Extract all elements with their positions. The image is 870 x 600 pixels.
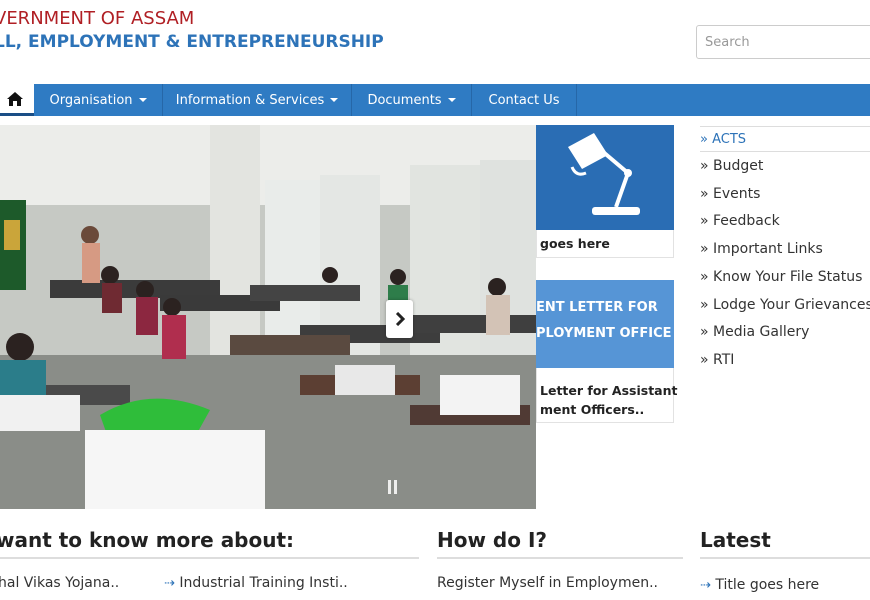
header-title-line1: VERNMENT OF ASSAM	[0, 8, 195, 29]
home-button[interactable]	[0, 84, 34, 116]
section-divider	[437, 557, 683, 559]
section-divider	[700, 557, 870, 559]
nav-information-services[interactable]: Information & Services	[163, 84, 352, 116]
caret-down-icon	[447, 98, 456, 102]
chevron-right-icon	[395, 312, 405, 326]
sidebar-item-budget[interactable]: » Budget	[700, 158, 870, 174]
sidebar-item-media-gallery[interactable]: » Media Gallery	[700, 324, 870, 340]
section-heading-latest: Latest	[700, 528, 771, 552]
sidebar-item-know-your-file-status[interactable]: » Know Your File Status	[700, 269, 870, 285]
caret-down-icon	[330, 98, 339, 102]
arrow-right-icon: ⇢	[700, 578, 711, 593]
section-heading-how-do-i: How do I?	[437, 528, 547, 552]
section-divider	[0, 557, 419, 559]
home-icon	[7, 91, 23, 106]
desk-lamp-icon	[568, 133, 640, 215]
sidebar-item-acts[interactable]: » ACTS	[700, 126, 870, 152]
feature-card-caption[interactable]: goes here	[540, 236, 610, 251]
notice-banner-line2: PLOYMENT OFFICER	[536, 326, 672, 341]
main-nav: Organisation Information & Services Docu…	[0, 84, 870, 116]
search-input[interactable]	[696, 25, 870, 59]
header-title-line2: LL, EMPLOYMENT & ENTREPRENEURSHIP	[0, 32, 384, 52]
sidebar-item-lodge-your-grievances[interactable]: » Lodge Your Grievances	[700, 297, 870, 313]
notice-card-caption-line2[interactable]: ment Officers..	[540, 402, 644, 417]
know-more-link-2[interactable]: ⇢ Industrial Training Insti..	[164, 575, 348, 591]
latest-link-1[interactable]: ⇢ Title goes here	[700, 577, 819, 593]
feature-card-image[interactable]	[536, 125, 674, 230]
nav-documents[interactable]: Documents	[352, 84, 472, 116]
slider-next-button[interactable]	[386, 300, 413, 338]
sidebar-item-rti[interactable]: » RTI	[700, 352, 870, 368]
notice-card-banner[interactable]: ENT LETTER FOR PLOYMENT OFFICER	[536, 280, 674, 368]
nav-contact-us[interactable]: Contact Us	[472, 84, 577, 116]
section-heading-know-more: want to know more about:	[0, 528, 295, 552]
arrow-right-icon: ⇢	[164, 576, 175, 591]
know-more-link-1[interactable]: hal Vikas Yojana..	[0, 575, 119, 591]
slider-pause-button[interactable]	[386, 478, 400, 496]
how-do-i-link-1[interactable]: Register Myself in Employmen..	[437, 575, 658, 591]
notice-banner-line1: ENT LETTER FOR	[536, 300, 658, 315]
notice-card-caption-line1[interactable]: Letter for Assistant	[540, 383, 678, 398]
slider-image	[0, 125, 536, 509]
sidebar-item-feedback[interactable]: » Feedback	[700, 213, 870, 229]
sidebar-item-important-links[interactable]: » Important Links	[700, 241, 870, 257]
pause-icon	[388, 480, 397, 494]
nav-organisation[interactable]: Organisation	[34, 84, 163, 116]
caret-down-icon	[138, 98, 147, 102]
sidebar-item-events[interactable]: » Events	[700, 186, 870, 202]
